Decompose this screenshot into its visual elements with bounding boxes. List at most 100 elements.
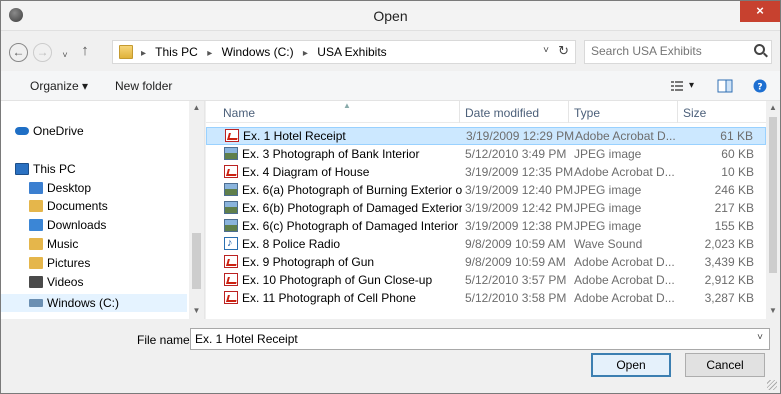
file-name: Ex. 1 Hotel Receipt (243, 129, 346, 143)
file-row[interactable]: Ex. 4 Diagram of House 3/19/2009 12:35 P… (206, 164, 766, 182)
sidebar-item-onedrive[interactable]: OneDrive (1, 122, 187, 140)
organize-button[interactable]: Organize ▾ (30, 79, 88, 93)
file-name: Ex. 11 Photograph of Cell Phone (242, 291, 416, 305)
file-name-cell: Ex. 10 Photograph of Gun Close-up (224, 272, 462, 289)
file-type: JPEG image (574, 201, 642, 215)
file-date: 9/8/2009 10:59 AM (465, 237, 566, 251)
file-size: 2,023 KB (704, 237, 754, 251)
column-type[interactable]: Type (574, 106, 600, 120)
breadcrumb-separator: ▸ (141, 48, 147, 59)
sidebar-scroll-thumb[interactable] (192, 233, 201, 289)
recent-locations-chevron-icon[interactable]: ˅ (54, 45, 76, 67)
sidebar-item-label: Videos (47, 275, 84, 289)
sidebar-item-pictures[interactable]: Pictures (1, 254, 187, 272)
change-view-icon[interactable] (669, 77, 687, 95)
file-date: 3/19/2009 12:40 PM (465, 183, 574, 197)
column-date-modified[interactable]: Date modified (465, 106, 539, 120)
forward-button[interactable]: → (33, 43, 52, 62)
scroll-up-icon[interactable]: ▲ (189, 103, 204, 112)
file-size: 3,287 KB (704, 291, 754, 305)
resize-grip-icon[interactable] (767, 380, 777, 390)
address-dropdown-icon[interactable]: ˅ (543, 45, 549, 56)
search-box[interactable] (584, 40, 772, 64)
file-name-cell: Ex. 4 Diagram of House (224, 164, 462, 181)
file-name: Ex. 3 Photograph of Bank Interior (242, 147, 420, 161)
file-type: Wave Sound (574, 237, 643, 251)
file-row[interactable]: Ex. 6(b) Photograph of Damaged Exterior … (206, 200, 766, 218)
preview-pane-icon[interactable] (716, 77, 734, 95)
scroll-down-icon[interactable]: ▼ (189, 306, 204, 315)
cancel-button[interactable]: Cancel (685, 353, 765, 377)
file-name-label: File name: (137, 333, 194, 347)
file-date: 3/19/2009 12:38 PM (465, 219, 574, 233)
file-row[interactable]: Ex. 6(a) Photograph of Burning Exterior … (206, 182, 766, 200)
pdf-icon (224, 165, 238, 178)
scroll-up-icon[interactable]: ▲ (766, 103, 780, 112)
view-dropdown-icon[interactable]: ▾ (689, 80, 694, 91)
file-row[interactable]: Ex. 6(c) Photograph of Damaged Interior … (206, 218, 766, 236)
file-name-cell: Ex. 8 Police Radio (224, 236, 462, 253)
file-name-cell: Ex. 1 Hotel Receipt (225, 128, 463, 145)
file-list-scroll-thumb[interactable] (769, 117, 777, 273)
file-name-cell: Ex. 9 Photograph of Gun (224, 254, 462, 271)
new-folder-button[interactable]: New folder (115, 79, 172, 93)
file-row[interactable]: Ex. 3 Photograph of Bank Interior 5/12/2… (206, 146, 766, 164)
sidebar-item-this-pc[interactable]: This PC (1, 160, 187, 178)
file-row[interactable]: Ex. 11 Photograph of Cell Phone 5/12/201… (206, 290, 766, 308)
file-name-combobox[interactable]: Ex. 1 Hotel Receipt ˅ (190, 328, 770, 350)
file-row[interactable]: Ex. 10 Photograph of Gun Close-up 5/12/2… (206, 272, 766, 290)
sidebar-item-videos[interactable]: Videos (1, 273, 187, 291)
open-dialog: Open × ← → ˅ ↑ ▸ This PC ▸ Windows (C:) … (0, 0, 781, 394)
file-name-dropdown-icon[interactable]: ˅ (757, 332, 763, 343)
up-button[interactable]: ↑ (74, 41, 96, 63)
file-name-cell: Ex. 3 Photograph of Bank Interior (224, 146, 462, 163)
file-type: Adobe Acrobat D... (574, 291, 675, 305)
close-button[interactable]: × (740, 1, 780, 22)
sidebar-scrollbar[interactable]: ▲ ▼ (189, 101, 204, 319)
computer-icon (15, 163, 29, 175)
file-name-cell: Ex. 11 Photograph of Cell Phone (224, 290, 462, 307)
open-button[interactable]: Open (591, 353, 671, 377)
file-date: 5/12/2010 3:58 PM (465, 291, 567, 305)
sidebar-item-windows-c[interactable]: Windows (C:) (1, 294, 187, 312)
file-name: Ex. 6(a) Photograph of Burning Exterior … (242, 183, 462, 197)
file-type: JPEG image (574, 147, 642, 161)
sidebar-item-music[interactable]: Music (1, 235, 187, 253)
file-date: 5/12/2010 3:49 PM (465, 147, 567, 161)
sidebar-item-documents[interactable]: Documents (1, 197, 187, 215)
file-list-scrollbar[interactable]: ▲ ▼ (766, 101, 780, 319)
file-size: 10 KB (721, 165, 754, 179)
dialog-footer: File name: Ex. 1 Hotel Receipt ˅ Open Ca… (1, 319, 780, 393)
search-icon[interactable] (754, 44, 765, 55)
folder-desktop-icon (29, 182, 43, 194)
file-size: 3,439 KB (704, 255, 754, 269)
file-type: Adobe Acrobat D... (575, 129, 676, 143)
breadcrumb-this-pc[interactable]: This PC (155, 45, 198, 59)
search-input[interactable] (591, 44, 741, 58)
column-name[interactable]: Name (223, 106, 255, 120)
scroll-down-icon[interactable]: ▼ (766, 306, 780, 315)
sidebar-item-desktop[interactable]: Desktop (1, 179, 187, 197)
folder-videos-icon (29, 276, 43, 288)
sidebar-item-downloads[interactable]: Downloads (1, 216, 187, 234)
file-row[interactable]: Ex. 9 Photograph of Gun 9/8/2009 10:59 A… (206, 254, 766, 272)
breadcrumb-windows-c[interactable]: Windows (C:) (222, 45, 294, 59)
sidebar-item-label: Music (47, 237, 79, 251)
file-row[interactable]: Ex. 8 Police Radio 9/8/2009 10:59 AM Wav… (206, 236, 766, 254)
file-row-ex1-hotel-receipt[interactable]: Ex. 1 Hotel Receipt 3/19/2009 12:29 PM A… (206, 127, 766, 145)
help-icon[interactable]: ? (751, 77, 769, 95)
drive-icon (29, 299, 43, 307)
back-button[interactable]: ← (9, 43, 28, 62)
sidebar-item-label: Downloads (47, 218, 107, 232)
svg-text:?: ? (757, 83, 762, 93)
file-name-field[interactable]: Ex. 1 Hotel Receipt (195, 332, 298, 346)
breadcrumb-usa-exhibits[interactable]: USA Exhibits (317, 45, 386, 59)
sidebar-item-label: OneDrive (33, 124, 84, 138)
sidebar-item-label: Desktop (47, 181, 92, 195)
address-bar[interactable]: ▸ This PC ▸ Windows (C:) ▸ USA Exhibits … (112, 40, 576, 64)
file-type: Adobe Acrobat D... (574, 255, 675, 269)
refresh-icon[interactable]: ↻ (558, 43, 569, 59)
file-name-cell: Ex. 6(c) Photograph of Damaged Interior … (224, 218, 462, 235)
column-size[interactable]: Size (683, 106, 706, 120)
sidebar-item-label: Documents (47, 199, 108, 213)
